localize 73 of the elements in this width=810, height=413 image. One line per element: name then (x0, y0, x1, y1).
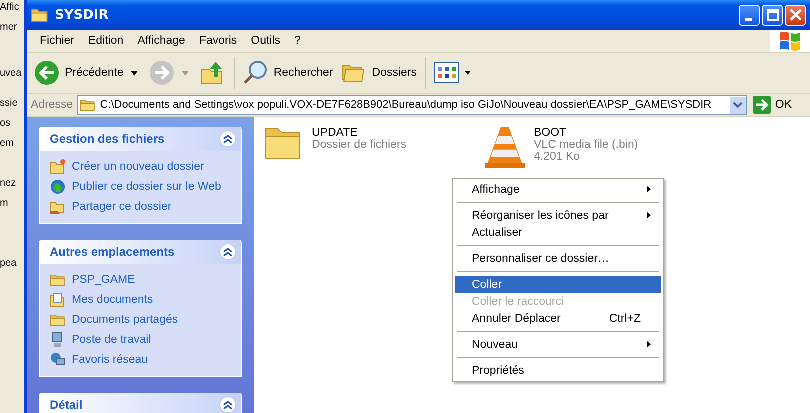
dropdown-arrow-icon[interactable] (130, 70, 138, 76)
minimize-button[interactable] (739, 4, 760, 26)
window-text: pea (0, 257, 17, 271)
search-icon (242, 60, 269, 86)
task-link[interactable]: Favoris réseau (72, 354, 148, 366)
folder-icon (50, 273, 66, 287)
window-text: Affic (0, 1, 20, 15)
window-text: os (0, 117, 11, 131)
go-arrow-icon (753, 96, 772, 114)
collapse-icon[interactable] (219, 130, 237, 148)
task-link[interactable]: Mes documents (72, 294, 154, 306)
task-link[interactable]: Publier ce dossier sur le Web (72, 181, 222, 193)
folder-icon (80, 98, 96, 112)
menu-item[interactable]: Réorganiser les icônes par (455, 207, 661, 224)
window-text: ssie (0, 97, 18, 111)
menu-item[interactable]: Coller (455, 276, 661, 293)
window-text: em (0, 137, 14, 151)
folders-button[interactable]: Dossiers (338, 58, 420, 88)
file-name: BOOT (534, 127, 568, 139)
task-link[interactable]: PSP_GAME (72, 274, 136, 286)
dropdown-arrow-icon (465, 71, 472, 75)
task-link[interactable]: Poste de travail (72, 334, 152, 346)
file-name: UPDATE (312, 127, 359, 139)
menu-item[interactable]: Propriétés (455, 362, 661, 379)
collapse-icon[interactable] (219, 396, 237, 413)
menu-item[interactable]: Fichier (33, 35, 82, 47)
task-link[interactable]: Partager ce dossier (72, 201, 172, 213)
windows-logo (770, 30, 810, 52)
panel-title: Gestion des fichiers (50, 132, 165, 146)
menu-item[interactable]: Actualiser (455, 224, 661, 241)
back-button[interactable]: Précédente (31, 58, 127, 88)
maximize-button[interactable] (762, 4, 783, 26)
close-button[interactable] (785, 4, 806, 26)
collapse-icon[interactable] (219, 243, 237, 261)
file-info: Dossier de fichiers (312, 139, 407, 151)
go-button[interactable]: OK (751, 96, 806, 114)
submenu-arrow-icon (647, 186, 651, 193)
minimize-icon (744, 18, 752, 20)
menu-item[interactable]: Affichage (130, 35, 192, 47)
globe-icon (50, 179, 66, 195)
menu-item[interactable]: Annuler Déplacer Ctrl+Z (455, 310, 661, 327)
window-text: nez (0, 177, 16, 191)
folder-icon (50, 313, 66, 327)
new-folder-icon (50, 159, 66, 175)
menu-item[interactable]: Affichage (455, 181, 661, 198)
views-icon (434, 60, 460, 86)
address-label: Adresse (31, 99, 74, 111)
menu-item[interactable]: Nouveau (455, 336, 661, 353)
menu-item[interactable]: Edition (82, 35, 131, 47)
file-info: VLC media file (.bin) (534, 139, 638, 151)
address-field[interactable]: C:\Documents and Settings\vox populi.VOX-DE7F628B902\Bureau\dump iso GiJo\Nouveau dossier\EA\PSP_GAME\SYSDIR (77, 95, 748, 115)
close-icon (790, 9, 802, 21)
documents-folder-icon (50, 292, 66, 308)
menu-item[interactable]: ? (288, 35, 308, 47)
file-info: 4.201 Ko (534, 151, 582, 163)
traffic-cone-icon[interactable] (484, 125, 526, 169)
submenu-arrow-icon (647, 212, 651, 219)
search-button[interactable]: Rechercher (240, 58, 336, 88)
panel-title: Détail (50, 398, 83, 412)
task-link[interactable]: Créer un nouveau dossier (72, 161, 204, 173)
menu-item[interactable]: Favoris (192, 35, 244, 47)
folder-icon (31, 7, 49, 23)
window-text: m (0, 197, 8, 211)
submenu-arrow-icon (647, 341, 651, 348)
network-icon (50, 352, 66, 368)
window-text: uvea (0, 67, 22, 81)
window-text: mer (0, 21, 18, 35)
maximize-icon (766, 9, 778, 21)
menu-item[interactable]: Outils (244, 35, 288, 47)
task-link[interactable]: Documents partagés (72, 314, 178, 326)
menu-item[interactable]: Personnaliser ce dossier… (455, 250, 661, 267)
panel-title: Autres emplacements (50, 245, 175, 259)
window-title: SYSDIR (55, 8, 109, 22)
